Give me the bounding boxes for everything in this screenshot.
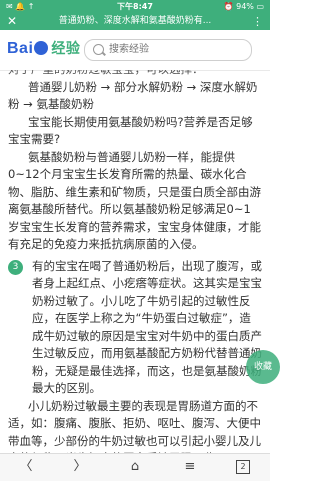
bottom-navigation: 〈 〉 ⌂ ≡ 2 [0,453,270,481]
logo-text-bai: Bai [7,40,34,57]
article-paragraph: 小儿奶粉过敏最主要的表现是胃肠道方面的不适，如：腹痛、腹胀、拒奶、呕吐、腹泻、大… [8,398,261,454]
menu-icon[interactable]: ≡ [180,458,200,476]
article-paragraph: 宝宝能长期使用氨基酸奶粉吗?营养是否足够宝宝需要? [8,114,253,147]
more-icon[interactable]: ⋮ [252,13,263,30]
logo-text-jingyan: 经验 [51,41,81,57]
browser-title-bar: ✕ 普通奶粉、深度水解和氨基酸奶粉有... ⋮ [0,13,270,30]
clipped-text-line: 对于严重的奶粉过敏宝宝，可以选择： [8,70,262,79]
search-icon [93,44,104,55]
tab-count-button[interactable]: 2 [236,460,250,474]
article-content: 对于严重的奶粉过敏宝宝，可以选择： 普通婴儿奶粉 → 部分水解奶粉 → 深度水解… [0,70,270,453]
status-battery: ⏰ 94% ▭ [223,2,264,11]
article-paragraph: 氨基酸奶粉与普通婴儿奶粉一样，能提供0~12个月宝宝生长发育所需的热量、碳水化合… [8,149,261,252]
close-icon[interactable]: ✕ [7,13,17,30]
step-text: 有的宝宝在喝了普通奶粉后，出现了腹泻，或者身上起红点、小疙瘩等症状。这其实是宝宝… [32,258,262,396]
step-item: 3 有的宝宝在喝了普通奶粉后，出现了腹泻，或者身上起红点、小疙瘩等症状。这其实是… [0,258,270,398]
step-number-badge: 3 [8,259,23,275]
article-paragraph: 普通婴儿奶粉 → 部分水解奶粉 → 深度水解奶粉 → 氨基酸奶粉 [8,79,258,112]
home-icon[interactable]: ⌂ [125,458,145,476]
status-bar: ✉ 🔔 ↑ 下午8:47 ⏰ 94% ▭ [0,0,270,13]
favorite-button[interactable]: 收藏 [246,350,280,384]
forward-icon[interactable]: 〉 [70,458,90,476]
back-icon[interactable]: 〈 [16,458,36,476]
search-box[interactable] [84,39,252,61]
search-input[interactable] [109,42,239,57]
page-title: 普通奶粉、深度水解和氨基酸奶粉有... [58,16,212,26]
site-header: Bai 经验 [0,30,270,71]
paw-icon [34,41,49,55]
baidu-jingyan-logo[interactable]: Bai 经验 [7,38,80,58]
